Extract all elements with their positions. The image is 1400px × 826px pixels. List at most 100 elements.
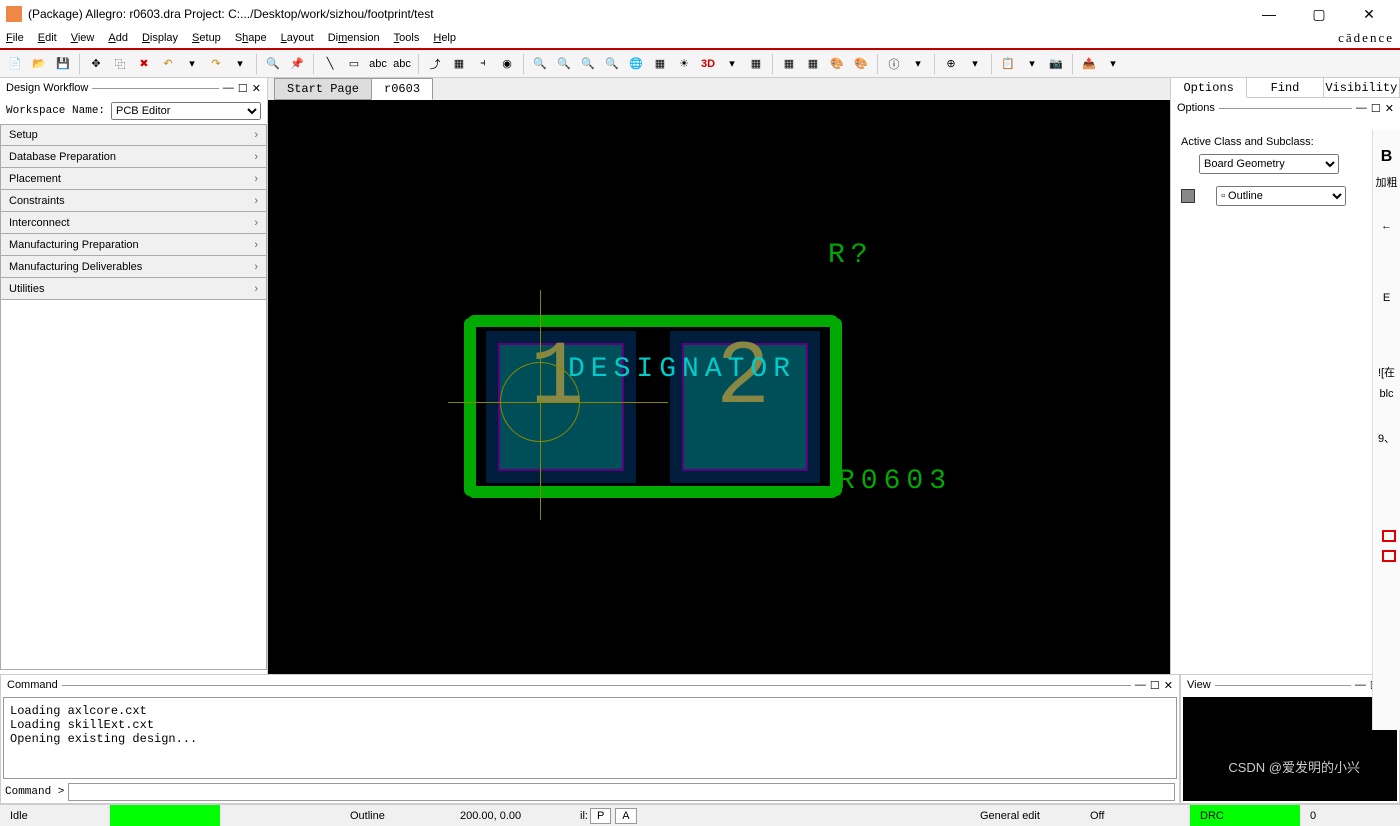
- tab-options[interactable]: Options: [1171, 78, 1247, 98]
- options-subtitle: Options: [1177, 102, 1215, 114]
- save-icon[interactable]: 💾: [52, 53, 74, 75]
- undo-icon[interactable]: ↶: [157, 53, 179, 75]
- text2-icon[interactable]: abc: [391, 53, 413, 75]
- design-canvas[interactable]: 1 2 R? DESIGNATOR R0603: [268, 100, 1170, 674]
- subclass-select[interactable]: ▫ Outline: [1216, 186, 1346, 206]
- cmd-close-icon[interactable]: ✕: [1164, 679, 1173, 692]
- new-icon[interactable]: 📄: [4, 53, 26, 75]
- line-icon[interactable]: ╲: [319, 53, 341, 75]
- refdes-text: R?: [828, 240, 874, 271]
- redo-icon[interactable]: ↷: [205, 53, 227, 75]
- tab-r0603[interactable]: r0603: [371, 78, 433, 100]
- close-button[interactable]: ✕: [1354, 6, 1384, 23]
- cmd-min-icon[interactable]: —: [1135, 679, 1146, 692]
- open-icon[interactable]: 📂: [28, 53, 50, 75]
- opt-max-icon[interactable]: ☐: [1371, 102, 1381, 115]
- opt-close-icon[interactable]: ✕: [1385, 102, 1394, 115]
- 3d-dd-icon[interactable]: ▾: [721, 53, 743, 75]
- class-select[interactable]: Board Geometry: [1199, 154, 1339, 174]
- menu-tools[interactable]: Tools: [394, 32, 420, 44]
- view-min-icon[interactable]: —: [1355, 679, 1366, 692]
- workspace-select[interactable]: PCB Editor: [111, 102, 261, 120]
- delete-icon[interactable]: ✖: [133, 53, 155, 75]
- report-dd-icon[interactable]: ▾: [1021, 53, 1043, 75]
- window-title: (Package) Allegro: r0603.dra Project: C:…: [28, 7, 1254, 21]
- cmd-max-icon[interactable]: ☐: [1150, 679, 1160, 692]
- info-dd-icon[interactable]: ▾: [907, 53, 929, 75]
- zoom-in-icon[interactable]: 🔍: [529, 53, 551, 75]
- status-outline: Outline: [340, 805, 450, 826]
- worldview-canvas[interactable]: [1183, 697, 1397, 801]
- wf-max-icon[interactable]: ☐: [238, 82, 248, 95]
- conn-icon[interactable]: ⤴: [424, 53, 446, 75]
- menu-file[interactable]: File: [6, 32, 24, 44]
- flip-icon[interactable]: ▦: [745, 53, 767, 75]
- copy-icon[interactable]: ⿻: [109, 53, 131, 75]
- subclass-color-swatch[interactable]: [1181, 189, 1195, 203]
- 3d-icon[interactable]: 3D: [697, 53, 719, 75]
- find-icon[interactable]: 🔍: [262, 53, 284, 75]
- plus-dd-icon[interactable]: ▾: [964, 53, 986, 75]
- workflow-item-interconnect[interactable]: Interconnect›: [0, 212, 267, 234]
- export-dd-icon[interactable]: ▾: [1102, 53, 1124, 75]
- via-icon[interactable]: ◉: [496, 53, 518, 75]
- zoom-out-icon[interactable]: 🔍: [553, 53, 575, 75]
- maximize-button[interactable]: ▢: [1304, 6, 1334, 23]
- plus-icon[interactable]: ⊕: [940, 53, 962, 75]
- tab-visibility[interactable]: Visibility: [1324, 78, 1400, 97]
- theme-icon[interactable]: 🎨: [850, 53, 872, 75]
- layers-icon[interactable]: ▦: [649, 53, 671, 75]
- menu-add[interactable]: Add: [108, 32, 128, 44]
- zoom-sel-icon[interactable]: 🔍: [601, 53, 623, 75]
- menu-display[interactable]: Display: [142, 32, 178, 44]
- menu-setup[interactable]: Setup: [192, 32, 221, 44]
- palette-icon[interactable]: 🎨: [826, 53, 848, 75]
- workspace-label: Workspace Name:: [6, 105, 105, 117]
- minimize-button[interactable]: —: [1254, 6, 1284, 23]
- move-icon[interactable]: ✥: [85, 53, 107, 75]
- menu-layout[interactable]: Layout: [281, 32, 314, 44]
- text-icon[interactable]: abc: [367, 53, 389, 75]
- status-idle: Idle: [0, 805, 110, 826]
- info-icon[interactable]: ⓘ: [883, 53, 905, 75]
- report-icon[interactable]: 📋: [997, 53, 1019, 75]
- status-mode: General edit: [970, 805, 1080, 826]
- wf-close-icon[interactable]: ✕: [252, 82, 261, 95]
- route-icon[interactable]: ⫞: [472, 53, 494, 75]
- workflow-item-manufacturing-deliverables[interactable]: Manufacturing Deliverables›: [0, 256, 267, 278]
- rect-icon[interactable]: ▭: [343, 53, 365, 75]
- export-icon[interactable]: 📤: [1078, 53, 1100, 75]
- external-sidebar: B 加粗 ← E ![在 blc 9、: [1372, 130, 1400, 730]
- world-icon[interactable]: 🌐: [625, 53, 647, 75]
- tab-start-page[interactable]: Start Page: [274, 78, 372, 100]
- pin-icon[interactable]: 📌: [286, 53, 308, 75]
- opt-min-icon[interactable]: —: [1356, 102, 1367, 115]
- grid-icon[interactable]: ▦: [778, 53, 800, 75]
- sun-icon[interactable]: ☀: [673, 53, 695, 75]
- workflow-item-utilities[interactable]: Utilities›: [0, 278, 267, 300]
- command-input[interactable]: [68, 783, 1175, 801]
- status-drc-count: 0: [1300, 805, 1400, 826]
- zoom-fit-icon[interactable]: 🔍: [577, 53, 599, 75]
- workflow-item-manufacturing-preparation[interactable]: Manufacturing Preparation›: [0, 234, 267, 256]
- workflow-item-constraints[interactable]: Constraints›: [0, 190, 267, 212]
- menu-help[interactable]: Help: [433, 32, 456, 44]
- redo-dd-icon[interactable]: ▾: [229, 53, 251, 75]
- wf-min-icon[interactable]: —: [223, 82, 234, 95]
- workflow-item-placement[interactable]: Placement›: [0, 168, 267, 190]
- status-il-label: il:: [580, 810, 588, 822]
- status-a-button[interactable]: A: [615, 808, 636, 824]
- menu-shape[interactable]: Shape: [235, 32, 267, 44]
- watermark: CSDN @爱发明的小兴: [1228, 757, 1360, 776]
- menu-edit[interactable]: Edit: [38, 32, 57, 44]
- undo-dd-icon[interactable]: ▾: [181, 53, 203, 75]
- workflow-item-setup[interactable]: Setup›: [0, 124, 267, 146]
- tab-find[interactable]: Find: [1247, 78, 1323, 97]
- shape-icon[interactable]: ▦: [448, 53, 470, 75]
- menu-dimension[interactable]: Dimension: [328, 32, 380, 44]
- color-icon[interactable]: ▦: [802, 53, 824, 75]
- workflow-item-database-preparation[interactable]: Database Preparation›: [0, 146, 267, 168]
- status-p-button[interactable]: P: [590, 808, 611, 824]
- camera-icon[interactable]: 📷: [1045, 53, 1067, 75]
- menu-view[interactable]: View: [71, 32, 95, 44]
